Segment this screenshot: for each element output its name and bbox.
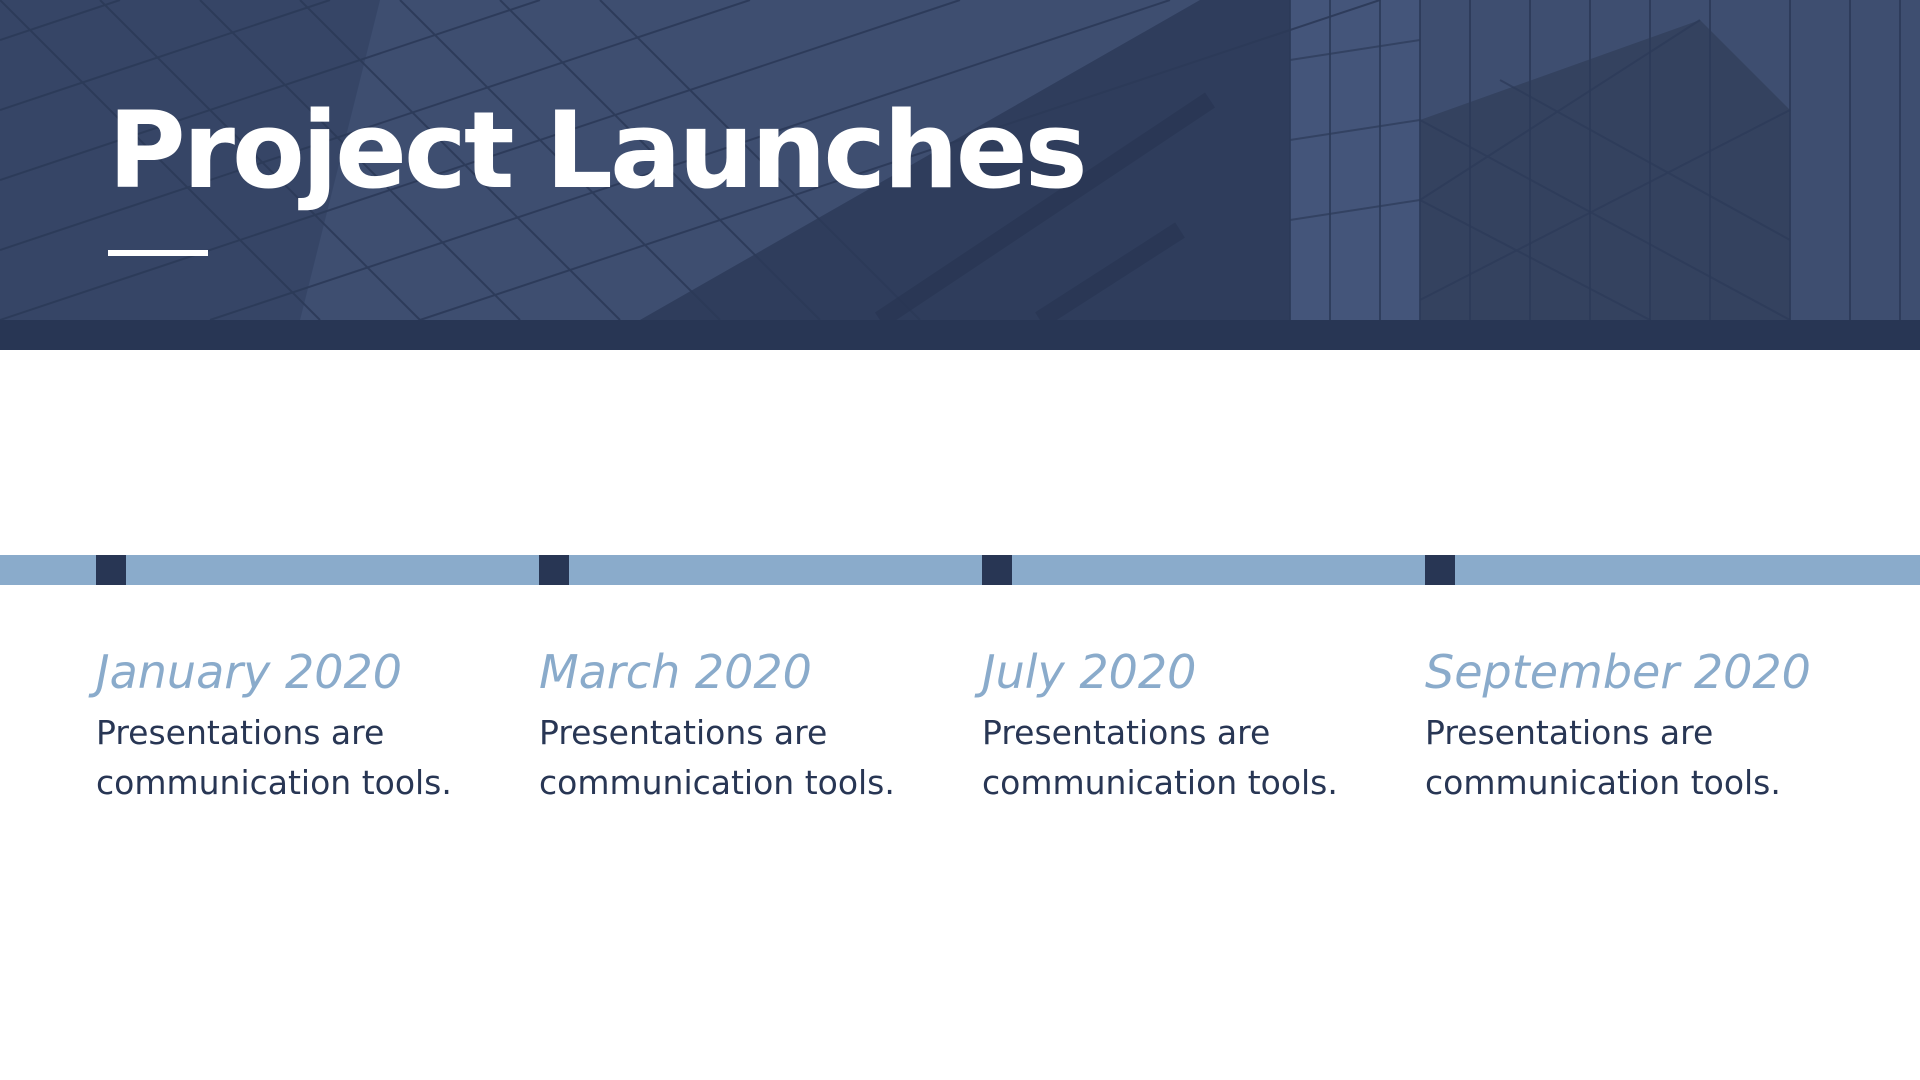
milestone-description: Presentations are communication tools. xyxy=(539,713,895,802)
timeline-marker-2 xyxy=(539,555,569,585)
page-title: Project Launches xyxy=(108,89,1088,212)
milestone-4: September 2020 Presentations are communi… xyxy=(1425,645,1845,807)
header-banner: Project Launches xyxy=(0,0,1920,320)
milestone-description: Presentations are communication tools. xyxy=(982,713,1338,802)
milestone-1: January 2020 Presentations are communica… xyxy=(96,645,516,807)
timeline-marker-1 xyxy=(96,555,126,585)
title-underline xyxy=(108,250,208,256)
milestone-date: July 2020 xyxy=(982,645,1197,699)
timeline-marker-4 xyxy=(1425,555,1455,585)
milestone-2: March 2020 Presentations are communicati… xyxy=(539,645,959,807)
slide: Project Launches January 2020 Presentati… xyxy=(0,0,1920,1080)
milestone-3: July 2020 Presentations are communicatio… xyxy=(982,645,1402,807)
milestone-date: January 2020 xyxy=(96,645,403,699)
milestone-description: Presentations are communication tools. xyxy=(96,713,452,802)
timeline-bar xyxy=(0,555,1920,585)
milestone-date: March 2020 xyxy=(539,645,812,699)
milestone-date: September 2020 xyxy=(1425,645,1811,699)
milestone-description: Presentations are communication tools. xyxy=(1425,713,1781,802)
header-bottom-bar xyxy=(0,320,1920,350)
timeline-marker-3 xyxy=(982,555,1012,585)
